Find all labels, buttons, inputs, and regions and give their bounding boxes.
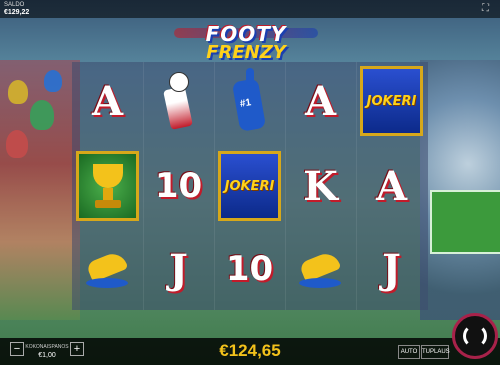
- reel-symbol: A: [287, 62, 354, 140]
- reel-3: #1 JOKERI 10: [214, 62, 286, 310]
- reel-symbol: [145, 62, 212, 140]
- increase-stake-button[interactable]: +: [70, 342, 84, 356]
- symbol-a: A: [375, 162, 408, 210]
- jokeri-label: JOKERI: [366, 93, 417, 109]
- reel-1: A: [72, 62, 144, 310]
- trophy-icon: [76, 151, 139, 221]
- stake-value: €1,00: [38, 352, 56, 359]
- cathedral-dome: [8, 80, 28, 104]
- jokeri-wild-symbol: JOKERI: [360, 66, 423, 136]
- reel-4: A K: [285, 62, 357, 310]
- symbol-a: A: [91, 77, 124, 125]
- win-amount: €124,65: [219, 341, 281, 360]
- symbol-a: A: [304, 77, 337, 125]
- reel-symbol: J: [358, 230, 425, 308]
- cathedral-dome: [30, 100, 54, 130]
- reel-symbol: [287, 230, 354, 308]
- stake-label: KOKONAISPANOS: [25, 344, 69, 350]
- reel-grid: A 10 J #1 JOKERI 10 A K JOKERI A J: [72, 62, 428, 310]
- reel-symbol: [74, 230, 141, 308]
- reel-symbol: 10: [216, 230, 283, 308]
- reel-symbol: 10: [145, 147, 212, 225]
- cathedral-dome: [44, 70, 62, 92]
- autoplay-button[interactable]: AUTO: [398, 345, 420, 359]
- spin-button[interactable]: [452, 313, 498, 359]
- symbol-10: 10: [225, 249, 274, 289]
- golden-boot-icon: [85, 249, 130, 290]
- reel-symbol: #1: [216, 62, 283, 140]
- balance-label: SALDO: [4, 2, 25, 8]
- logo-line2: FRENZY: [206, 42, 286, 63]
- reel-symbol: K: [287, 147, 354, 225]
- foam-finger-number: #1: [239, 97, 252, 110]
- finger-tip: [246, 68, 254, 86]
- trophy-cup: [93, 164, 123, 188]
- symbol-10: 10: [154, 166, 203, 206]
- reel-symbol: A: [358, 147, 425, 225]
- reel-symbol: JOKERI: [216, 147, 283, 225]
- football-pitch: [430, 190, 500, 254]
- reel-symbol: A: [74, 62, 141, 140]
- boot-base: [299, 278, 341, 288]
- reel-symbol: J: [145, 230, 212, 308]
- decrease-stake-button[interactable]: −: [10, 342, 24, 356]
- reel-symbol: [74, 147, 141, 225]
- cathedral-illustration: [0, 60, 80, 320]
- jokeri-wild-symbol: JOKERI: [218, 151, 281, 221]
- reel-5: JOKERI A J: [356, 62, 427, 310]
- scarf-icon: [163, 72, 193, 130]
- reel-symbol: JOKERI: [358, 62, 425, 140]
- ball-icon: [169, 72, 189, 92]
- jokeri-label: JOKERI: [224, 178, 275, 194]
- golden-boot-icon: [298, 249, 343, 290]
- double-up-button[interactable]: TUPLAUS: [421, 345, 450, 359]
- symbol-k: K: [303, 162, 338, 210]
- reel-2: 10 J: [143, 62, 215, 310]
- cathedral-dome: [6, 130, 28, 158]
- game-logo: FOOTY FRENZY: [168, 22, 324, 64]
- symbol-j: J: [382, 245, 401, 293]
- top-bar: SALDO €129,22 ⛶: [0, 0, 500, 18]
- trophy-base: [95, 200, 121, 208]
- trophy-stem: [103, 188, 113, 200]
- symbol-j: J: [169, 245, 188, 293]
- scarf-body: [163, 86, 193, 130]
- boot-base: [86, 278, 128, 288]
- foam-finger-icon: #1: [231, 68, 267, 134]
- fullscreen-icon[interactable]: ⛶: [482, 4, 492, 14]
- logo-line1: FOOTY: [205, 22, 287, 46]
- spin-arrows-icon: [463, 324, 487, 348]
- balance-value: €129,22: [4, 9, 30, 16]
